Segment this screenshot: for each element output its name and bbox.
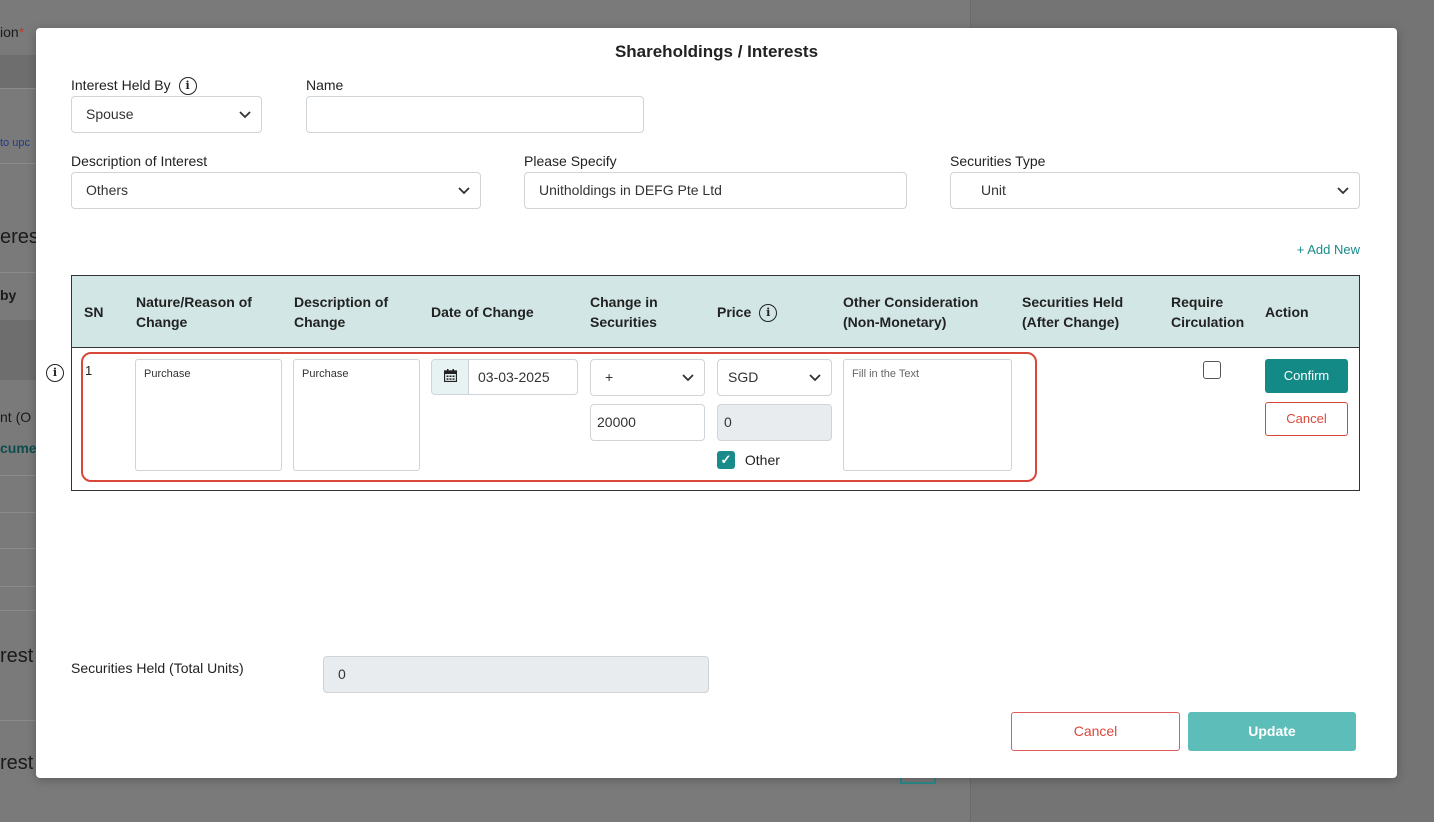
th-action: Action — [1265, 304, 1309, 320]
bg-band — [0, 320, 36, 380]
bg-fragment: rest — [0, 752, 34, 774]
total-units-label: Securities Held (Total Units) — [71, 660, 244, 676]
bg-fragment: rest — [0, 645, 34, 667]
bg-divider — [0, 475, 36, 476]
bg-divider — [0, 586, 36, 587]
require-circulation-checkbox[interactable] — [1203, 361, 1221, 379]
th-nature: Nature/Reason of Change — [136, 294, 252, 330]
chevron-down-icon — [239, 97, 251, 132]
interest-held-by-label: Interest Held By i — [71, 77, 197, 96]
bg-divider — [0, 163, 36, 164]
chevron-down-icon — [458, 173, 470, 208]
bg-fragment: cume — [0, 440, 37, 456]
th-require-circulation: Require Circulation — [1171, 294, 1245, 330]
bg-fragment: ion* — [0, 24, 25, 40]
please-specify-input[interactable]: Unitholdings in DEFG Pte Ltd — [524, 172, 907, 209]
th-date: Date of Change — [431, 304, 534, 320]
bg-fragment: to upc — [0, 137, 30, 149]
bg-fragment: by — [0, 287, 17, 303]
interest-held-by-select[interactable]: Spouse — [71, 96, 262, 133]
bg-divider — [0, 720, 36, 721]
bg-fragment: nt (O — [0, 409, 32, 425]
modal-title: Shareholdings / Interests — [614, 42, 819, 61]
th-price: Price i — [717, 302, 778, 323]
th-change: Change in Securities — [590, 294, 658, 330]
bg-band — [0, 55, 36, 88]
name-input[interactable] — [306, 96, 644, 133]
bg-fragment: eres — [0, 226, 39, 248]
description-of-interest-label: Description of Interest — [71, 153, 208, 169]
table-header: SN Nature/Reason of Change Description of… — [72, 276, 1359, 348]
total-units-input[interactable]: 0 — [323, 656, 709, 693]
chevron-down-icon — [1337, 173, 1349, 208]
add-new-link[interactable]: + Add New — [1297, 242, 1360, 257]
row-highlight-outline — [81, 352, 1037, 482]
securities-type-select[interactable]: Unit — [950, 172, 1360, 209]
please-specify-label: Please Specify — [524, 153, 617, 169]
th-sn: SN — [84, 304, 104, 320]
cancel-button[interactable]: Cancel — [1011, 712, 1180, 751]
th-securities-held: Securities Held (After Change) — [1022, 294, 1124, 330]
changes-table: SN Nature/Reason of Change Description of… — [71, 275, 1360, 491]
securities-type-label: Securities Type — [950, 153, 1046, 169]
name-label: Name — [306, 77, 344, 93]
confirm-button[interactable]: Confirm — [1265, 359, 1348, 393]
shareholdings-modal: Shareholdings / Interests Interest Held … — [36, 28, 1397, 778]
description-of-interest-select[interactable]: Others — [71, 172, 481, 209]
th-description: Description of Change — [294, 294, 389, 330]
bg-divider — [0, 512, 36, 513]
info-icon[interactable]: i — [178, 77, 197, 96]
bg-divider — [0, 610, 36, 611]
bg-divider — [0, 548, 36, 549]
update-button[interactable]: Update — [1188, 712, 1356, 751]
price-info-icon[interactable]: i — [759, 304, 778, 323]
bg-divider — [0, 272, 36, 273]
row-info-icon[interactable]: i — [46, 364, 64, 382]
bg-divider — [0, 88, 36, 89]
cancel-row-button[interactable]: Cancel — [1265, 402, 1348, 436]
th-other-consideration: Other Consideration (Non-Monetary) — [843, 294, 979, 330]
